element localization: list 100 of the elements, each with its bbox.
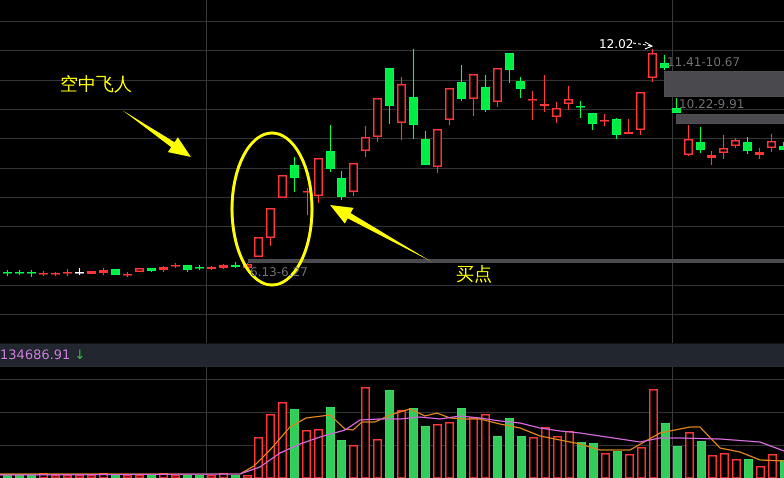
volume-value: 134686.91 bbox=[0, 346, 70, 364]
volume-bar bbox=[421, 426, 430, 478]
candlestick bbox=[135, 268, 144, 272]
volume-bar bbox=[768, 454, 777, 478]
volume-bar bbox=[135, 475, 144, 478]
volume-bar bbox=[720, 453, 729, 478]
volume-bar bbox=[195, 475, 204, 478]
candlestick bbox=[111, 269, 120, 275]
volume-bar bbox=[290, 409, 299, 478]
pointer-arrow bbox=[122, 110, 191, 157]
volume-bar bbox=[505, 418, 514, 478]
volume-bar bbox=[349, 445, 358, 478]
volume-bar bbox=[266, 414, 275, 478]
volume-bar bbox=[445, 422, 454, 478]
candlestick bbox=[576, 101, 585, 118]
candlestick bbox=[147, 268, 156, 272]
volume-bar bbox=[254, 437, 263, 478]
volume-bar bbox=[409, 408, 418, 478]
candlestick bbox=[51, 272, 60, 276]
candlestick bbox=[755, 148, 764, 159]
volume-bar bbox=[27, 475, 36, 478]
candlestick bbox=[63, 269, 72, 276]
volume-bar bbox=[314, 429, 323, 478]
candlestick bbox=[457, 65, 466, 101]
price-range-label: 10.22-9.91 bbox=[679, 97, 744, 111]
candlestick bbox=[266, 208, 275, 246]
volume-bar bbox=[219, 473, 228, 478]
volume-bar bbox=[373, 439, 382, 478]
volume-bar bbox=[685, 432, 694, 478]
candlestick bbox=[75, 268, 84, 275]
volume-bar bbox=[75, 475, 84, 478]
candlestick bbox=[564, 86, 573, 110]
candlestick bbox=[231, 262, 240, 268]
volume-bar bbox=[183, 475, 192, 478]
candlestick bbox=[516, 77, 525, 98]
candlestick bbox=[684, 125, 693, 156]
volume-bar bbox=[337, 440, 346, 478]
candlestick bbox=[397, 77, 406, 140]
volume-bar bbox=[326, 407, 335, 478]
volume-bar bbox=[553, 436, 562, 478]
volume-bar bbox=[397, 410, 406, 478]
candlestick bbox=[183, 265, 192, 272]
volume-bar bbox=[171, 475, 180, 478]
candlestick bbox=[207, 266, 216, 270]
volume-bar bbox=[481, 414, 490, 478]
candlestick bbox=[600, 114, 609, 126]
volume-bar bbox=[123, 475, 132, 478]
volume-bar bbox=[541, 427, 550, 478]
candlestick bbox=[195, 265, 204, 270]
candlestick bbox=[39, 271, 48, 276]
volume-bar bbox=[601, 453, 610, 478]
volume-bar bbox=[577, 442, 586, 478]
candlestick bbox=[421, 131, 430, 165]
candlestick bbox=[385, 68, 394, 124]
volume-bar bbox=[732, 459, 741, 478]
candlestick bbox=[552, 102, 561, 123]
candlestick bbox=[767, 134, 776, 152]
volume-bar bbox=[63, 475, 72, 478]
candlestick bbox=[303, 188, 312, 215]
volume-bar bbox=[637, 447, 646, 478]
candlestick bbox=[731, 138, 740, 148]
candlestick bbox=[219, 264, 228, 269]
volume-bar bbox=[708, 455, 717, 478]
volume-bar bbox=[15, 475, 24, 478]
candlestick bbox=[171, 263, 180, 268]
volume-bar bbox=[147, 475, 156, 478]
candlestick bbox=[719, 135, 728, 159]
candlestick bbox=[493, 68, 502, 107]
candlestick bbox=[660, 55, 669, 70]
volume-bar bbox=[99, 473, 108, 478]
annotation-label: 空中飞人 bbox=[60, 74, 132, 95]
volume-bar bbox=[661, 423, 670, 478]
volume-bar bbox=[673, 446, 682, 478]
volume-bar bbox=[87, 475, 96, 478]
volume-bar bbox=[159, 473, 168, 478]
volume-bar bbox=[565, 431, 574, 478]
candlestick bbox=[361, 126, 370, 157]
candlestick bbox=[243, 263, 252, 270]
candlestick bbox=[433, 129, 442, 173]
volume-bar bbox=[697, 441, 706, 478]
candlestick bbox=[528, 91, 537, 120]
volume-bar bbox=[207, 475, 216, 478]
candlestick bbox=[636, 92, 645, 135]
candlestick bbox=[672, 98, 681, 113]
candlestick bbox=[373, 98, 382, 142]
candlestick bbox=[326, 125, 335, 172]
candlestick bbox=[612, 118, 621, 139]
candlestick bbox=[648, 49, 657, 82]
candlestick bbox=[743, 137, 752, 154]
candlestick bbox=[314, 158, 323, 203]
candlestick bbox=[337, 171, 346, 200]
volume-bar bbox=[243, 475, 252, 478]
volume-bar bbox=[625, 454, 634, 478]
candlestick bbox=[540, 75, 549, 112]
volume-bar bbox=[231, 475, 240, 478]
volume-bar bbox=[3, 475, 12, 478]
candlestick bbox=[445, 88, 454, 125]
volume-bar bbox=[457, 408, 466, 478]
candlestick bbox=[505, 53, 514, 83]
candlestick bbox=[469, 74, 478, 116]
